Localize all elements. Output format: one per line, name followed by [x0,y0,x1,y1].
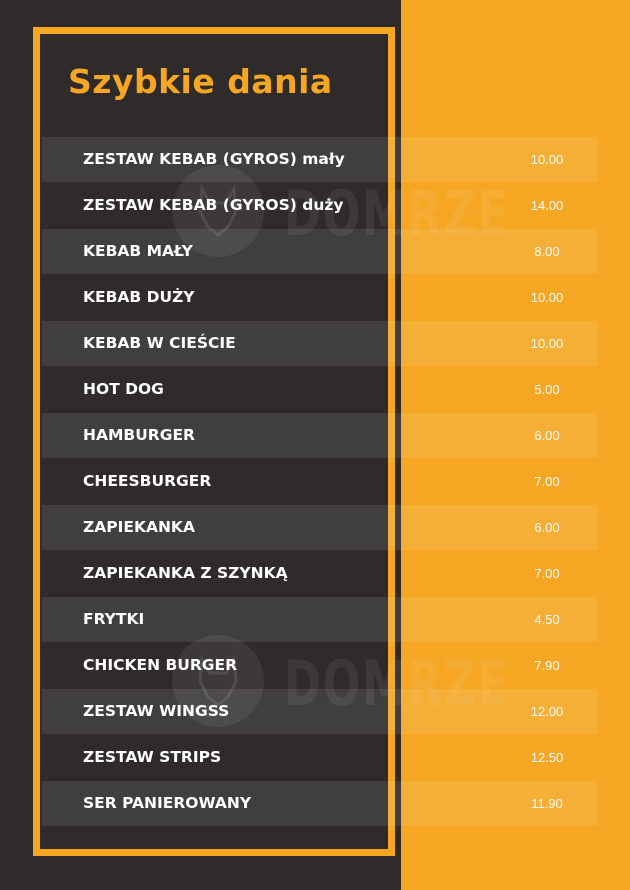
item-name: ZESTAW KEBAB (GYROS) mały [83,150,345,168]
menu-item: KEBAB MAŁY 8.00 [42,229,598,274]
item-name: CHEESBURGER [83,472,212,490]
item-name: ZAPIEKANKA Z SZYNKĄ [83,564,288,582]
menu-item: ZAPIEKANKA 6.00 [42,505,598,550]
item-name: ZESTAW WINGSS [83,702,230,720]
menu-item: ZESTAW WINGSS 12.00 [42,689,598,734]
menu-item: ZESTAW STRIPS 12.50 [42,735,598,780]
item-price: 8.00 [534,244,560,259]
menu-item: SER PANIEROWANY 11.90 [42,781,598,826]
item-name: HOT DOG [83,380,164,398]
menu-item: ZESTAW KEBAB (GYROS) mały 10.00 [42,137,598,182]
item-name: CHICKEN BURGER [83,656,238,674]
item-price: 7.90 [534,658,560,673]
item-price: 14.00 [530,198,564,213]
menu-item: CHEESBURGER 7.00 [42,459,598,504]
item-price: 6.00 [534,520,560,535]
item-name: ZESTAW STRIPS [83,748,222,766]
item-name: KEBAB MAŁY [83,242,193,260]
item-price: 7.00 [534,566,560,581]
item-price: 10.00 [530,336,564,351]
item-price: 4.50 [534,612,560,627]
menu-item: CHICKEN BURGER 7.90 [42,643,598,688]
item-name: ZESTAW KEBAB (GYROS) duży [83,196,344,214]
item-price: 12.00 [530,704,564,719]
item-name: SER PANIEROWANY [83,794,252,812]
item-price: 5.00 [534,382,560,397]
menu-item: HOT DOG 5.00 [42,367,598,412]
item-price: 10.00 [530,290,564,305]
menu-item: HAMBURGER 6.00 [42,413,598,458]
item-name: ZAPIEKANKA [83,518,195,536]
item-name: FRYTKI [83,610,145,628]
item-price: 11.90 [531,796,563,811]
menu-item: ZESTAW KEBAB (GYROS) duży 14.00 [42,183,598,228]
item-price: 6.00 [534,428,560,443]
item-price: 12.50 [530,750,564,765]
menu-item: KEBAB W CIEŚCIE 10.00 [42,321,598,366]
menu-item: KEBAB DUŻY 10.00 [42,275,598,320]
item-price: 10.00 [530,152,564,167]
item-price: 7.00 [534,474,560,489]
menu-item: ZAPIEKANKA Z SZYNKĄ 7.00 [42,551,598,596]
menu-list: ZESTAW KEBAB (GYROS) mały 10.00 ZESTAW KEB… [0,0,630,890]
menu-item: FRYTKI 4.50 [42,597,598,642]
item-name: KEBAB W CIEŚCIE [83,334,236,352]
item-name: KEBAB DUŻY [83,288,195,306]
item-name: HAMBURGER [83,426,195,444]
